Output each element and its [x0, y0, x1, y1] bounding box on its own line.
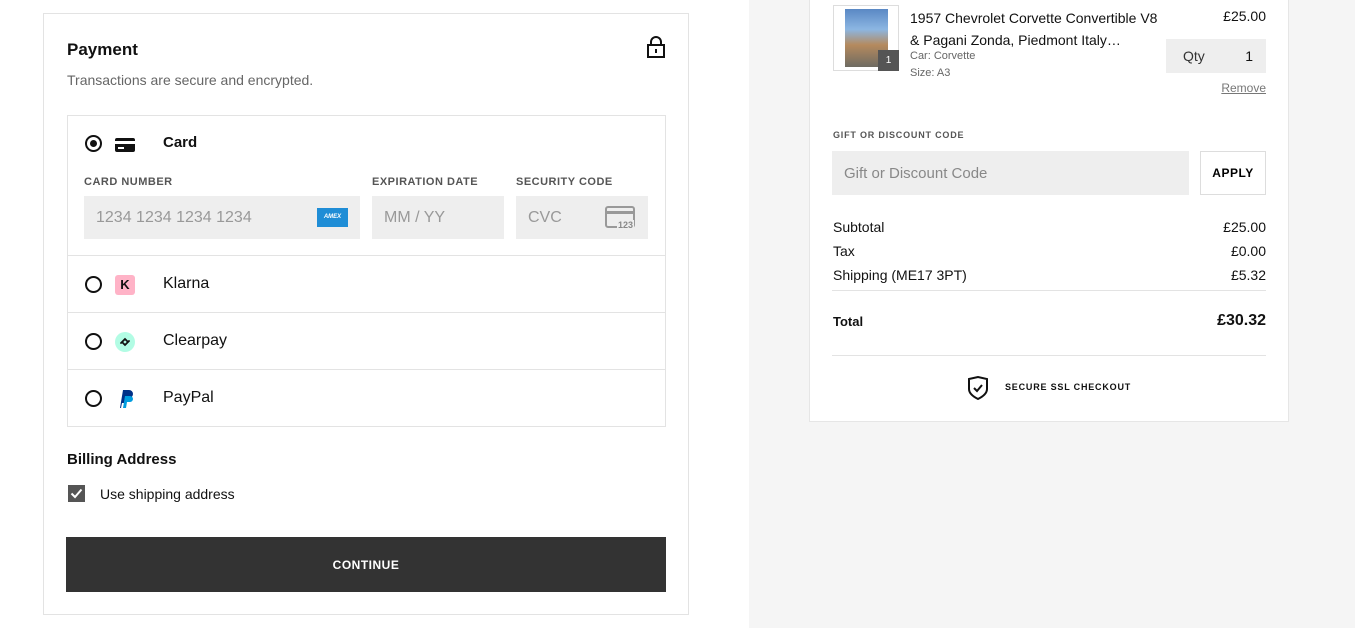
cvc-hint: 123 — [616, 220, 634, 230]
shipping-label: Shipping (ME17 3PT) — [833, 267, 967, 283]
quantity-badge: 1 — [878, 50, 899, 71]
cvc-label: SECURITY CODE — [516, 176, 613, 188]
use-shipping-checkbox[interactable] — [68, 485, 85, 502]
paypal-label: PayPal — [163, 389, 214, 406]
paypal-icon — [120, 390, 133, 408]
ssl-checkout-label: SECURE SSL CHECKOUT — [1005, 382, 1132, 392]
tax-value: £0.00 — [1230, 243, 1266, 259]
product-size: Size: A3 — [910, 67, 951, 79]
shipping-value: £5.32 — [1230, 267, 1266, 283]
cvc-card-icon: 123 — [605, 206, 635, 230]
remove-link[interactable]: Remove — [1221, 81, 1266, 95]
card-radio[interactable] — [85, 135, 102, 152]
use-shipping-label[interactable]: Use shipping address — [100, 486, 235, 502]
payment-section: Payment Transactions are secure and encr… — [43, 13, 689, 615]
total-label: Total — [833, 314, 864, 329]
klarna-radio[interactable] — [85, 276, 102, 293]
method-clearpay[interactable]: Clearpay — [68, 312, 665, 369]
card-icon — [115, 138, 135, 152]
product-thumbnail: 1 — [833, 5, 899, 71]
method-klarna[interactable]: K Klarna — [68, 255, 665, 312]
billing-address-title: Billing Address — [67, 451, 177, 468]
payment-methods: Card CARD NUMBER AMEX EXPIRATION DATE SE… — [67, 115, 666, 427]
klarna-label: Klarna — [163, 275, 210, 292]
tax-label: Tax — [833, 243, 855, 259]
clearpay-icon — [115, 332, 135, 352]
clearpay-radio[interactable] — [85, 333, 102, 350]
amex-icon: AMEX — [317, 208, 348, 227]
continue-button[interactable]: CONTINUE — [66, 537, 666, 592]
method-card[interactable]: Card CARD NUMBER AMEX EXPIRATION DATE SE… — [68, 116, 665, 256]
lock-icon — [647, 36, 665, 58]
method-paypal[interactable]: PayPal — [68, 369, 665, 426]
order-summary: 1 1957 Chevrolet Corvette Convertible V8… — [809, 0, 1289, 422]
paypal-radio[interactable] — [85, 390, 102, 407]
subtotal-label: Subtotal — [833, 219, 885, 235]
clearpay-label: Clearpay — [163, 332, 228, 349]
payment-subtitle: Transactions are secure and encrypted. — [67, 72, 314, 88]
quantity-label: Qty — [1183, 48, 1205, 64]
product-name: 1957 Chevrolet Corvette Convertible V8 &… — [910, 10, 1158, 48]
subtotal-value: £25.00 — [1223, 219, 1266, 235]
shield-check-icon — [968, 376, 988, 400]
quantity-value[interactable]: 1 — [1245, 48, 1253, 64]
divider — [832, 290, 1266, 291]
total-value: £30.32 — [1217, 312, 1266, 329]
card-number-label: CARD NUMBER — [84, 176, 173, 188]
check-icon — [70, 488, 83, 499]
gift-code-label: GIFT OR DISCOUNT CODE — [833, 130, 965, 140]
divider — [832, 355, 1266, 356]
expiry-input[interactable] — [372, 196, 504, 239]
product-price: £25.00 — [1223, 8, 1266, 24]
card-label: Card — [163, 134, 198, 151]
product-car: Car: Corvette — [910, 50, 976, 62]
expiry-label: EXPIRATION DATE — [372, 176, 479, 188]
apply-button[interactable]: APPLY — [1200, 151, 1266, 195]
payment-title: Payment — [67, 40, 138, 59]
quantity-field[interactable]: Qty 1 — [1166, 39, 1266, 73]
gift-code-input[interactable] — [832, 151, 1189, 195]
klarna-icon: K — [115, 275, 135, 295]
